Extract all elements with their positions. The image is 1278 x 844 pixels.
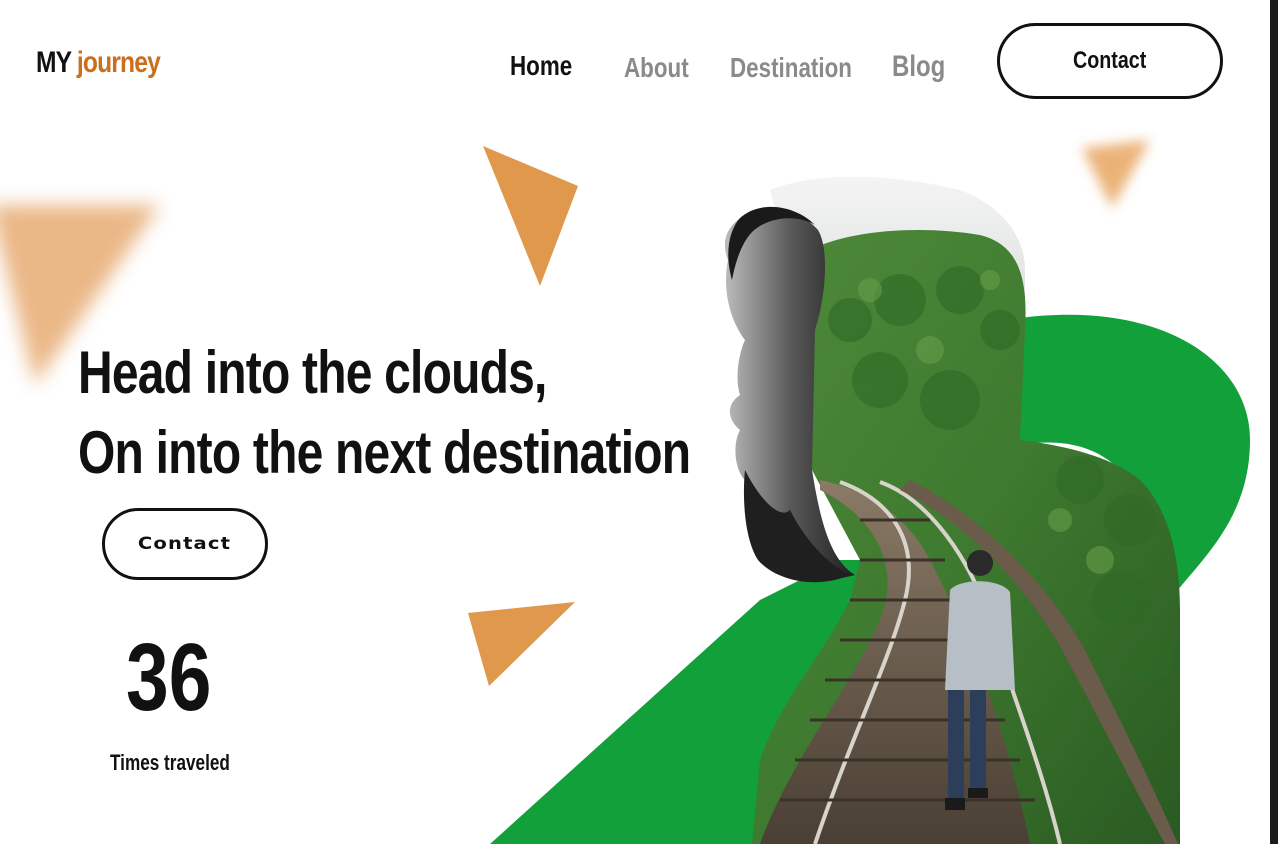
nav-home[interactable]: Home <box>510 50 572 82</box>
nav-destination[interactable]: Destination <box>730 52 852 84</box>
hero-title-line-2: On into the next destination <box>78 419 691 486</box>
logo-my: MY <box>36 46 72 79</box>
hero-contact-button[interactable]: Contact <box>102 508 268 580</box>
hero-title-line-1: Head into the clouds, <box>78 339 547 406</box>
logo[interactable]: MY journey <box>36 46 161 80</box>
header-contact-button[interactable]: Contact <box>997 23 1223 99</box>
nav-about[interactable]: About <box>624 52 689 84</box>
stat-label: Times traveled <box>110 750 230 775</box>
stat-value: 36 <box>126 624 212 731</box>
nav-blog[interactable]: Blog <box>892 50 945 84</box>
header-contact-label: Contact <box>1073 47 1147 74</box>
logo-journey: journey <box>76 46 161 79</box>
hero-contact-label: Contact <box>138 534 232 554</box>
right-edge-bar <box>1270 0 1278 844</box>
